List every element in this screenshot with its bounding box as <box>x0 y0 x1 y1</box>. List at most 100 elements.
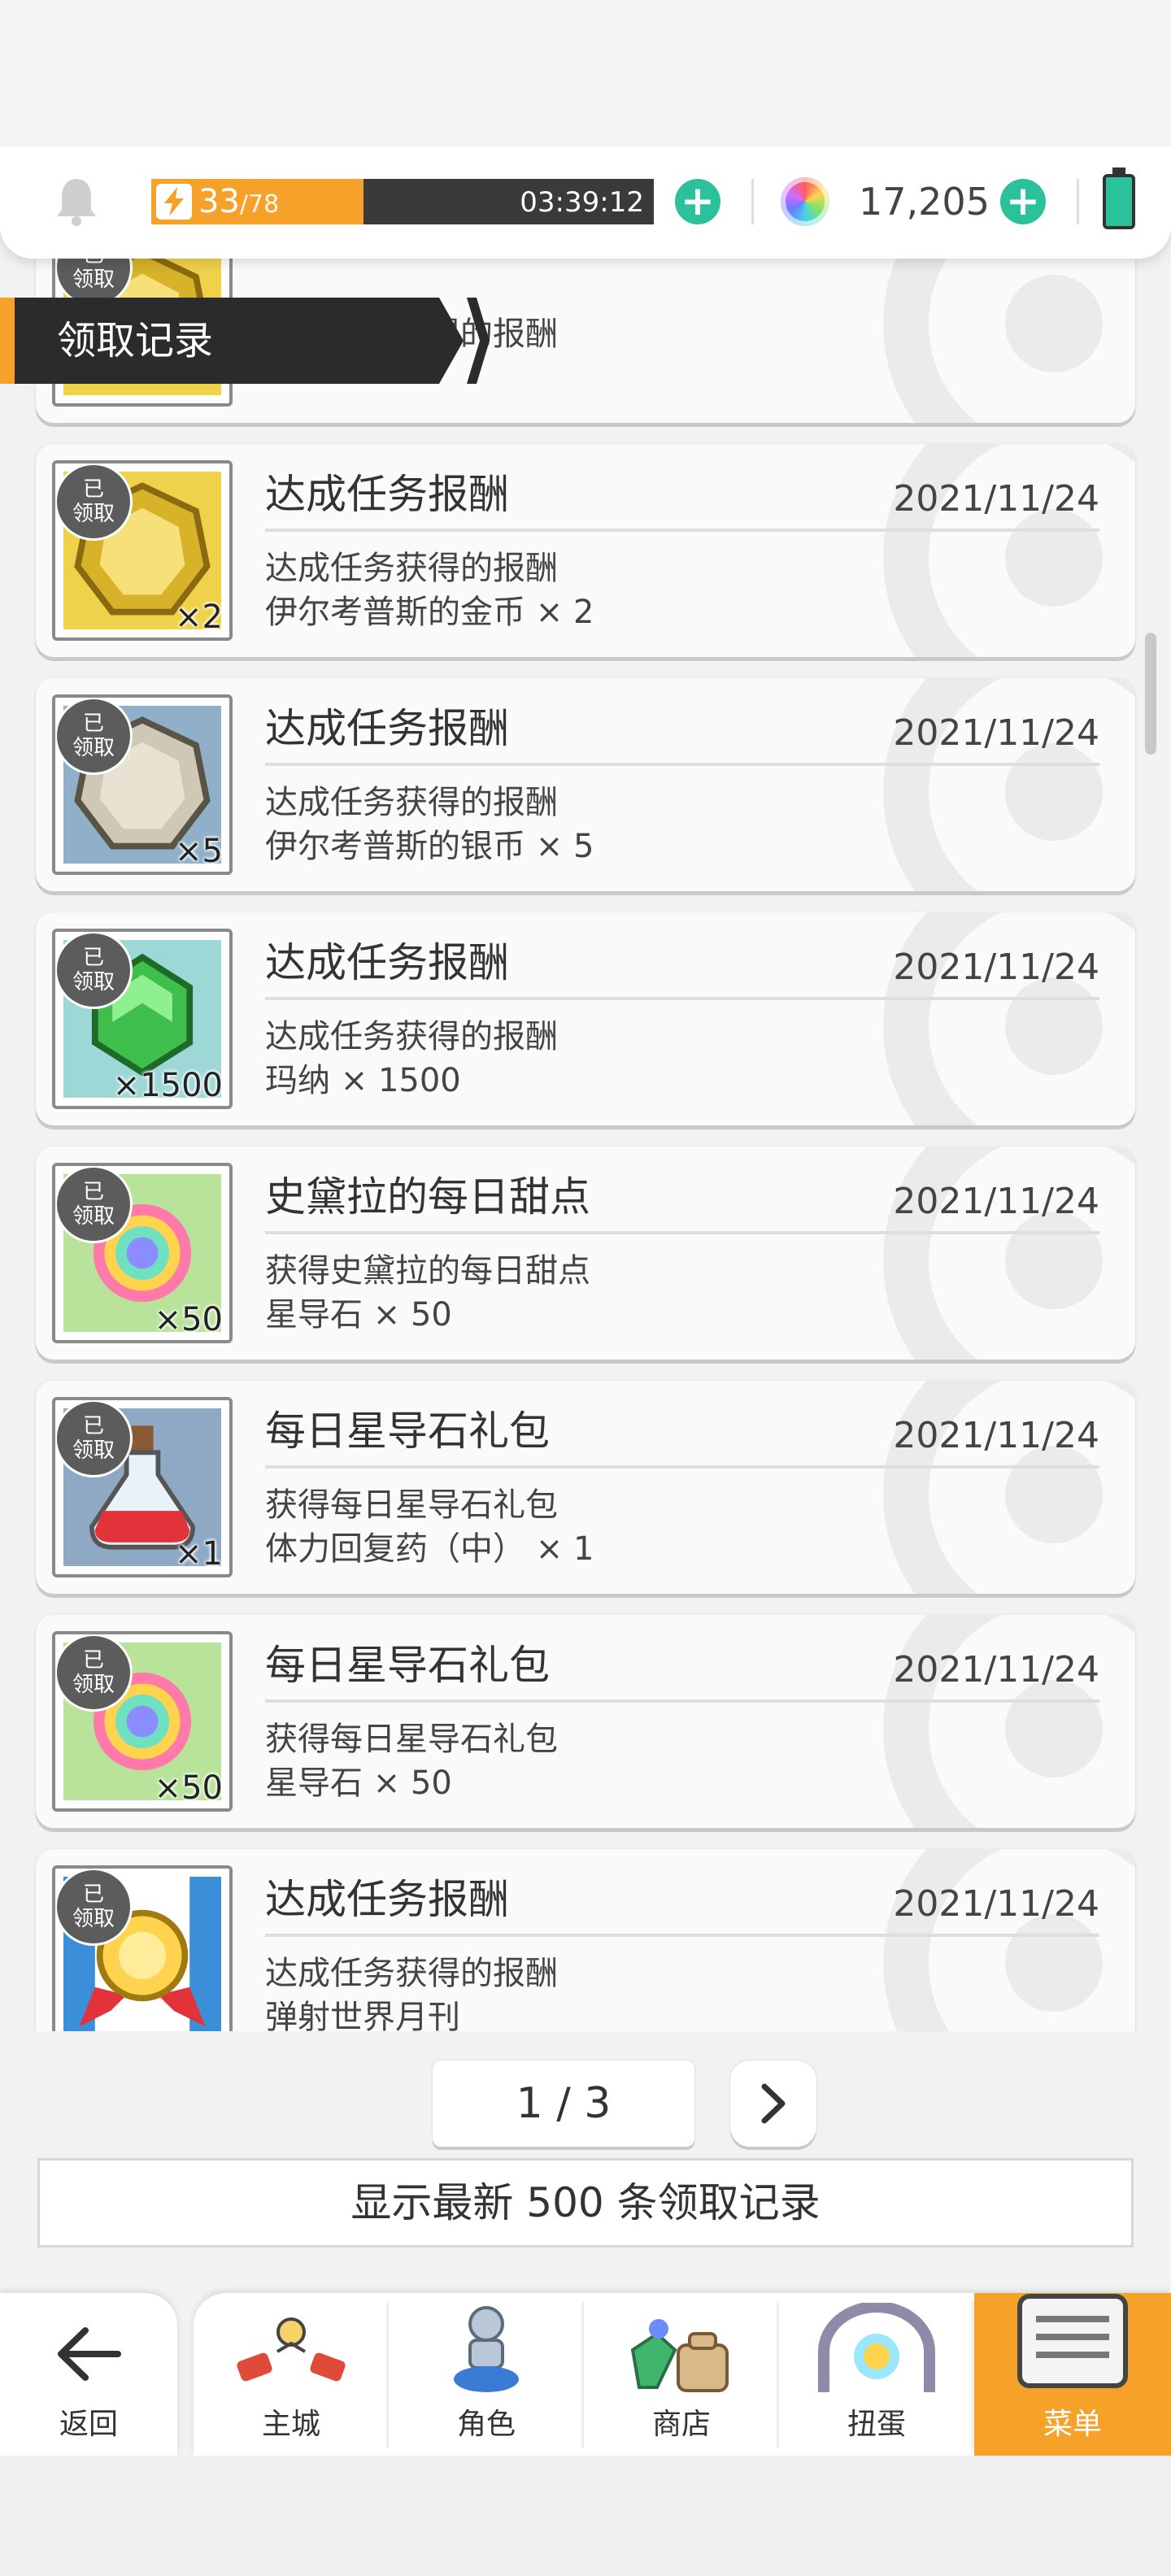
record-date: 2021/11/24 <box>893 1415 1099 1456</box>
character-icon <box>454 2306 519 2392</box>
page-indicator: 1 / 3 <box>433 2060 694 2147</box>
record-title: 史黛拉的每日甜点 <box>265 1173 590 1221</box>
title-divider <box>265 1699 1099 1703</box>
star-stone-icon <box>781 177 829 226</box>
claimed-badge: 已领取 <box>57 1402 130 1475</box>
record-title: 每日星导石礼包 <box>265 1408 550 1455</box>
divider <box>751 179 754 224</box>
nav-item-town[interactable]: 主城 <box>194 2293 389 2456</box>
claimed-label-1: 已 <box>82 1882 104 1907</box>
scrollbar-thumb[interactable] <box>1145 633 1156 755</box>
claimed-badge: 已领取 <box>57 699 130 772</box>
claimed-label-2: 领取 <box>72 1204 115 1229</box>
record-date: 2021/11/24 <box>893 1649 1099 1690</box>
stamina-max: /78 <box>239 190 280 219</box>
claimed-label-2: 领取 <box>72 736 115 760</box>
record-list[interactable]: 已领取 达成任务报酬 2021/11/24 达成任务获得的报酬 弹射世界月刊已领取 ×50… <box>0 259 1171 2031</box>
record-title: 达成任务报酬 <box>265 939 509 986</box>
claimed-label-1: 已 <box>82 946 104 970</box>
reward-record-card: 已领取 达成任务报酬 2021/11/24 达成任务获得的报酬 弹射世界月刊 <box>36 1849 1135 2031</box>
record-description: 获得每日星导石礼包 星导石 × 50 <box>265 1717 558 1805</box>
claimed-label-1: 已 <box>57 259 130 268</box>
bottom-system-area <box>0 2456 1171 2576</box>
claimed-badge: 已领取 <box>57 465 130 538</box>
reward-item-frame[interactable]: 已领取 ×2 <box>52 460 233 641</box>
reward-item-frame[interactable]: 已领取 ×1500 <box>52 929 233 1109</box>
bell-icon[interactable] <box>52 176 101 228</box>
reward-quantity: ×2 <box>175 598 223 636</box>
record-description: 达成任务获得的报酬 伊尔考普斯的金币 × 2 <box>265 546 594 634</box>
status-bar: 33/78 03:39:12 + 17,205 + <box>0 146 1171 259</box>
stamina-bar: 33/78 03:39:12 <box>151 179 654 224</box>
menu-icon <box>1017 2294 1128 2388</box>
record-date: 2021/11/24 <box>893 712 1099 754</box>
record-reward: 星导石 × 50 <box>265 1764 452 1802</box>
reward-item-frame[interactable]: 已领取 ×5 <box>52 694 233 875</box>
reward-item-frame[interactable]: 已领取 ×50 <box>52 1631 233 1812</box>
reward-quantity: ×50 <box>154 1769 223 1807</box>
reward-quantity: ×1 <box>175 1535 223 1573</box>
reward-item-frame[interactable]: 已领取 ×1 <box>52 1397 233 1577</box>
nav-item-gacha[interactable]: 扭蛋 <box>779 2293 974 2456</box>
record-title: 达成任务报酬 <box>265 471 509 518</box>
nav-label: 商店 <box>651 2408 711 2441</box>
reward-record-card: 已领取 ×2 达成任务报酬 2021/11/24 达成任务获得的报酬 伊尔考普斯的金币 ×… <box>36 444 1135 657</box>
reward-item-frame[interactable]: 已领取 <box>52 1865 233 2031</box>
card-watermark <box>883 259 1135 423</box>
card-watermark <box>883 1849 1135 2031</box>
title-divider <box>265 1934 1099 1937</box>
claimed-label-2: 领取 <box>72 502 115 526</box>
record-title: 达成任务报酬 <box>265 1876 509 1923</box>
record-reward: 伊尔考普斯的金币 × 2 <box>265 594 594 631</box>
section-accent <box>0 298 15 384</box>
claimed-label-2: 领取 <box>72 268 115 292</box>
back-button[interactable]: 返回 <box>0 2293 177 2456</box>
claimed-label-1: 已 <box>82 1180 104 1204</box>
lightning-icon <box>156 184 192 220</box>
back-label: 返回 <box>59 2408 118 2441</box>
record-description: 获得每日星导石礼包 体力回复药（中） × 1 <box>265 1483 594 1571</box>
reward-quantity: ×5 <box>175 833 223 870</box>
title-divider <box>265 997 1099 1000</box>
battery-cap <box>1112 168 1125 174</box>
stamina-timer: 03:39:12 <box>520 186 644 219</box>
divider <box>1077 179 1079 224</box>
title-divider <box>265 763 1099 766</box>
record-title: 达成任务报酬 <box>265 705 509 752</box>
title-divider <box>265 1231 1099 1234</box>
claimed-badge: 已领取 <box>57 1168 130 1241</box>
reward-record-card: 已领取 ×1 每日星导石礼包 2021/11/24 获得每日星导石礼包 体力回复药（中） … <box>36 1381 1135 1594</box>
reward-record-card: 已领取 ×5 达成任务报酬 2021/11/24 达成任务获得的报酬 伊尔考普斯的银币 ×… <box>36 678 1135 891</box>
record-date: 2021/11/24 <box>893 1181 1099 1222</box>
record-reward: 体力回复药（中） × 1 <box>265 1530 594 1568</box>
reward-record-card: 已领取 ×1500 达成任务报酬 2021/11/24 达成任务获得的报酬 玛纳 × 15… <box>36 912 1135 1125</box>
claimed-label-2: 领取 <box>72 970 115 994</box>
gem-count: 17,205 <box>859 180 990 224</box>
record-reward: 伊尔考普斯的银币 × 5 <box>265 828 594 865</box>
record-source: 达成任务获得的报酬 <box>265 1955 558 1992</box>
claimed-label-2: 领取 <box>72 1907 115 1931</box>
add-gems-button[interactable]: + <box>1000 179 1046 224</box>
record-description: 达成任务获得的报酬 弹射世界月刊 <box>265 1952 558 2031</box>
shop-icon <box>630 2319 729 2392</box>
claimed-label-2: 领取 <box>72 1438 115 1463</box>
town-icon <box>237 2317 346 2382</box>
section-title-tag: 领取记录 <box>0 298 464 384</box>
reward-item-frame[interactable]: 已领取 ×50 <box>52 1163 233 1343</box>
claimed-label-1: 已 <box>82 1648 104 1673</box>
nav-item-menu[interactable]: 菜单 <box>974 2293 1171 2456</box>
arrow-left-icon <box>58 2327 121 2381</box>
add-stamina-button[interactable]: + <box>675 179 720 224</box>
show-latest-records-button[interactable]: 显示最新 500 条领取记录 <box>37 2158 1134 2247</box>
next-page-button[interactable] <box>730 2060 816 2147</box>
claimed-label-1: 已 <box>82 1414 104 1438</box>
record-date: 2021/11/24 <box>893 478 1099 520</box>
section-title: 领取记录 <box>57 318 214 363</box>
nav-item-shop[interactable]: 商店 <box>584 2293 779 2456</box>
nav-label: 角色 <box>456 2408 516 2441</box>
stamina-current: 33 <box>198 183 240 220</box>
record-title: 每日星导石礼包 <box>265 1642 550 1689</box>
claimed-label-1: 已 <box>82 477 104 502</box>
nav-item-characters[interactable]: 角色 <box>389 2293 584 2456</box>
claimed-badge: 已领取 <box>57 1870 130 1943</box>
